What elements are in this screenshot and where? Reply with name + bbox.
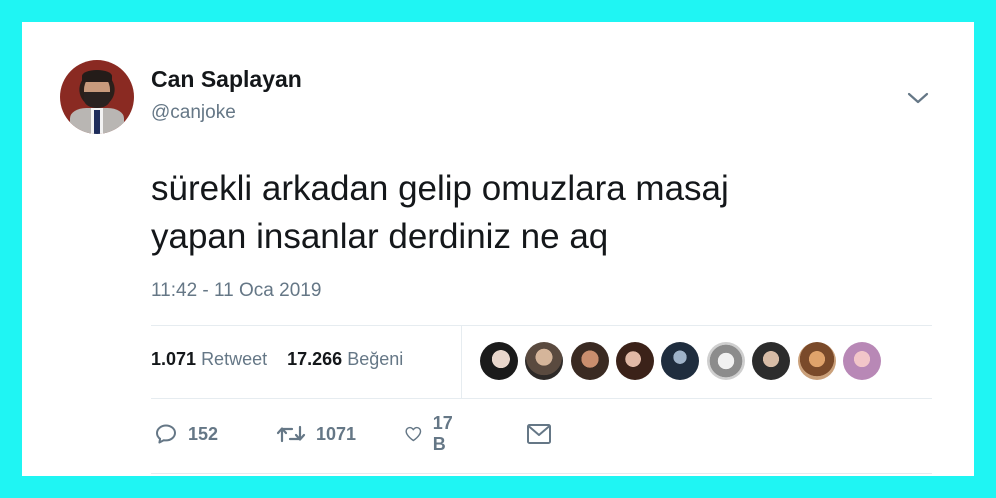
retweet-count: 1071 [316, 423, 357, 444]
liker-avatar[interactable] [480, 342, 518, 380]
liker-avatar[interactable] [571, 342, 609, 380]
divider-top [151, 325, 932, 326]
engagement-stats: 1.071 Retweet 17.266 Beğeni [151, 349, 403, 370]
liker-avatar[interactable] [752, 342, 790, 380]
tweet-text-line-1: sürekli arkadan gelip omuzlara masaj [151, 169, 729, 208]
liker-avatar[interactable] [798, 342, 836, 380]
liker-avatar[interactable] [616, 342, 654, 380]
author-avatar[interactable] [60, 60, 134, 134]
reply-icon [156, 424, 176, 444]
divider-actions [151, 473, 932, 474]
liker-avatar[interactable] [525, 342, 563, 380]
retweet-stat-label: Retweet [201, 349, 268, 369]
reply-button[interactable]: 152 [154, 420, 218, 448]
liker-avatar[interactable] [843, 342, 881, 380]
direct-message-button[interactable] [526, 420, 562, 448]
liker-avatar[interactable] [707, 342, 745, 380]
author-handle[interactable]: @canjoke [151, 102, 236, 124]
tweet-text-line-2: yapan insanlar derdiniz ne aq [151, 217, 609, 256]
like-button[interactable]: 17 B [404, 413, 460, 454]
like-stat-count: 17.266 [287, 349, 343, 369]
like-count: 17 B [432, 413, 453, 454]
heart-icon [405, 426, 422, 442]
tweet-text: sürekli arkadan gelip omuzlara masaj yap… [151, 165, 911, 261]
like-stat[interactable]: 17.266 Beğeni [287, 349, 403, 369]
stats-separator [461, 325, 462, 398]
divider-bottom [151, 398, 932, 399]
like-stat-label: Beğeni [347, 349, 404, 369]
liker-avatar[interactable] [661, 342, 699, 380]
retweet-stat-count: 1.071 [151, 349, 197, 369]
retweet-button[interactable]: 1071 [276, 420, 356, 448]
retweet-icon [276, 425, 306, 443]
reply-count: 152 [188, 423, 219, 444]
envelope-icon [527, 424, 551, 444]
chevron-down-icon[interactable] [905, 88, 931, 108]
tweet-timestamp[interactable]: 11:42 - 11 Oca 2019 [151, 280, 321, 302]
author-name[interactable]: Can Saplayan [151, 66, 302, 93]
retweet-stat[interactable]: 1.071 Retweet [151, 349, 267, 369]
